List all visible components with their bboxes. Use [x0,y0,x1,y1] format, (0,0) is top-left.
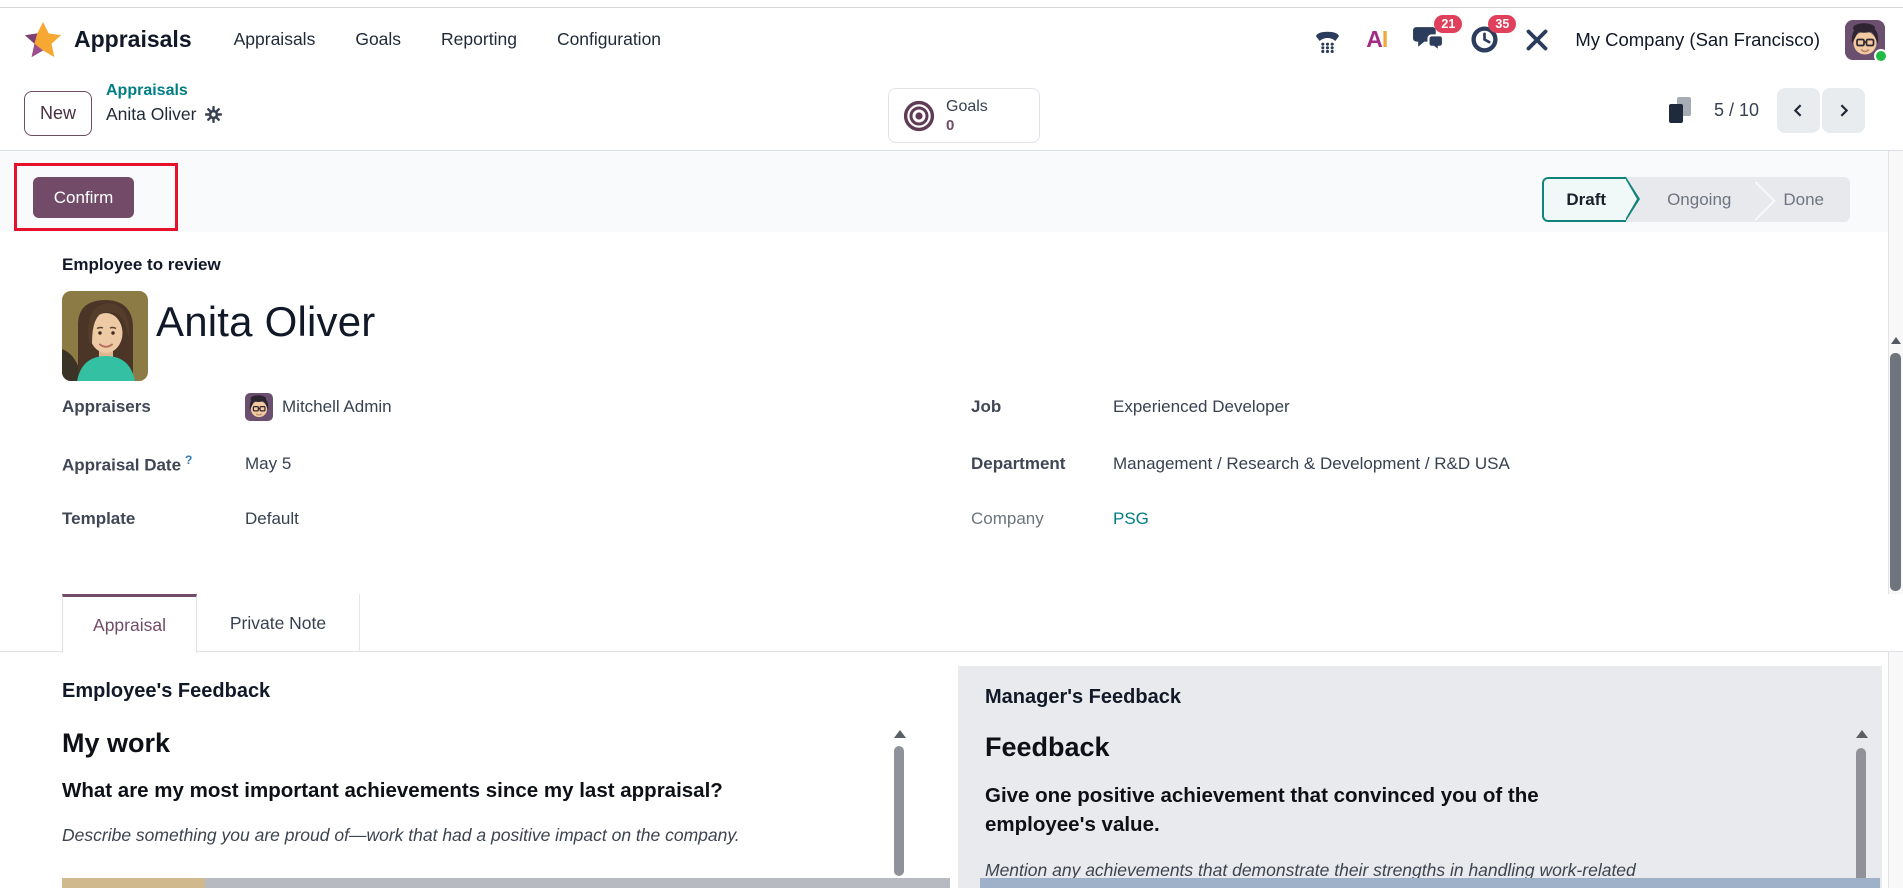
voip-phone-icon[interactable] [1314,26,1341,53]
breadcrumb-current-record: Anita Oliver [106,104,196,125]
actions-gear-icon[interactable] [205,106,222,123]
employee-photo-image [62,291,148,381]
template-value[interactable]: Default [245,509,299,529]
department-value[interactable]: Management / Research & Development / R&… [1113,454,1510,474]
job-label: Job [971,397,1113,417]
pager: 5 / 10 [1669,70,1865,151]
cutoff-content-left [62,878,205,888]
chevron-left-icon [1790,102,1807,119]
new-button[interactable]: New [24,91,92,136]
appraiser-chip[interactable]: Mitchell Admin [245,393,392,421]
manager-feedback-panel[interactable]: Manager's Feedback Feedback Give one pos… [958,666,1882,888]
menu-configuration[interactable]: Configuration [557,29,661,50]
department-label: Department [971,454,1113,474]
page-scroll-up-arrow[interactable] [1891,337,1901,344]
cutoff-content-center [205,878,950,888]
company-value-link[interactable]: PSG [1113,509,1149,529]
page-scrollbar-track[interactable] [1888,151,1903,888]
field-company: Company PSG [971,504,1149,534]
activities-clock-icon[interactable]: 35 [1470,25,1499,54]
ai-icon[interactable]: AI [1366,26,1387,53]
employee-photo[interactable] [62,291,148,381]
confirm-button[interactable]: Confirm [33,177,134,218]
statusbar: Draft Ongoing Done [1542,177,1850,222]
appraiser-avatar [245,393,273,421]
breadcrumb: Appraisals Anita Oliver [106,82,222,125]
stage-draft[interactable]: Draft [1542,177,1626,222]
online-status-dot [1874,49,1888,63]
employee-feedback-heading: My work [62,728,170,759]
stage-ongoing[interactable]: Ongoing [1641,177,1757,222]
control-panel: New Appraisals Anita Oliver [0,70,1903,151]
job-value[interactable]: Experienced Developer [1113,397,1290,417]
notebook-tabs: Appraisal Private Note [0,594,1903,652]
employee-name-heading: Anita Oliver [156,298,375,346]
target-bullseye-icon [903,100,935,132]
top-navbar: Appraisals Appraisals Goals Reporting Co… [0,9,1903,70]
breadcrumb-appraisals-link[interactable]: Appraisals [106,82,222,100]
employee-feedback-title: Employee's Feedback [62,680,270,703]
employee-panel-scrollbar-thumb[interactable] [894,746,904,876]
goals-smart-button[interactable]: Goals 0 [888,88,1040,143]
pager-next-button[interactable] [1822,88,1865,133]
goals-button-label: Goals [946,97,988,116]
window-top-edge [0,0,1903,8]
manager-panel-scrollbar-thumb[interactable] [1856,748,1866,888]
top-menu: Appraisals Goals Reporting Configuration [234,29,661,50]
employee-feedback-panel[interactable]: Employee's Feedback My work What are my … [0,652,958,888]
employee-feedback-question: What are my most important achievements … [62,776,852,805]
form-status-row: Confirm Draft Ongoing Done [0,151,1903,232]
appraisers-label: Appraisers [62,397,245,417]
appraiser-name[interactable]: Mitchell Admin [282,397,392,417]
user-avatar[interactable] [1845,20,1885,60]
page-scrollbar-thumb[interactable] [1890,353,1901,591]
field-job: Job Experienced Developer [971,392,1290,422]
tab-appraisal[interactable]: Appraisal [62,594,197,653]
activities-badge: 35 [1488,15,1516,33]
tab-private-note[interactable]: Private Note [197,594,360,652]
debug-tools-icon[interactable] [1524,27,1550,53]
employee-to-review-label: Employee to review [62,255,221,275]
employee-panel-scroll-up-arrow[interactable] [894,730,906,738]
messages-icon[interactable]: 21 [1412,25,1445,54]
field-department: Department Management / Research & Devel… [971,449,1510,479]
chevron-right-icon [1835,102,1852,119]
help-question-icon[interactable]: ? [185,453,192,467]
app-name: Appraisals [74,26,192,53]
record-stack-icon[interactable] [1669,97,1692,124]
systray: AI 21 35 My Comp [1314,9,1885,70]
manager-feedback-question: Give one positive achievement that convi… [985,781,1585,839]
field-appraisal-date: Appraisal Date? May 5 [62,449,291,479]
employee-feedback-hint: Describe something you are proud of—work… [62,825,842,846]
pager-previous-button[interactable] [1777,88,1820,133]
apps-menu-button[interactable]: Appraisals [24,21,192,59]
company-switcher[interactable]: My Company (San Francisco) [1575,29,1820,51]
cutoff-content-right [980,878,1880,888]
manager-feedback-heading: Feedback [985,732,1110,763]
pager-counter: 5 / 10 [1714,100,1759,121]
template-label: Template [62,509,245,529]
company-label: Company [971,509,1113,529]
messages-badge: 21 [1434,15,1462,33]
appraisal-date-value[interactable]: May 5 [245,454,291,474]
field-appraisers: Appraisers Mitchell Admin [62,392,392,422]
appraisal-date-label: Appraisal Date? [62,453,245,476]
manager-feedback-title: Manager's Feedback [985,686,1181,709]
menu-reporting[interactable]: Reporting [441,29,517,50]
appraisal-form-page: Appraisals Appraisals Goals Reporting Co… [0,0,1903,888]
menu-goals[interactable]: Goals [355,29,401,50]
menu-appraisals[interactable]: Appraisals [234,29,316,50]
manager-panel-scroll-up-arrow[interactable] [1856,730,1868,738]
field-template: Template Default [62,504,299,534]
appraisals-app-logo-icon [24,21,62,59]
goals-count: 0 [946,116,988,135]
